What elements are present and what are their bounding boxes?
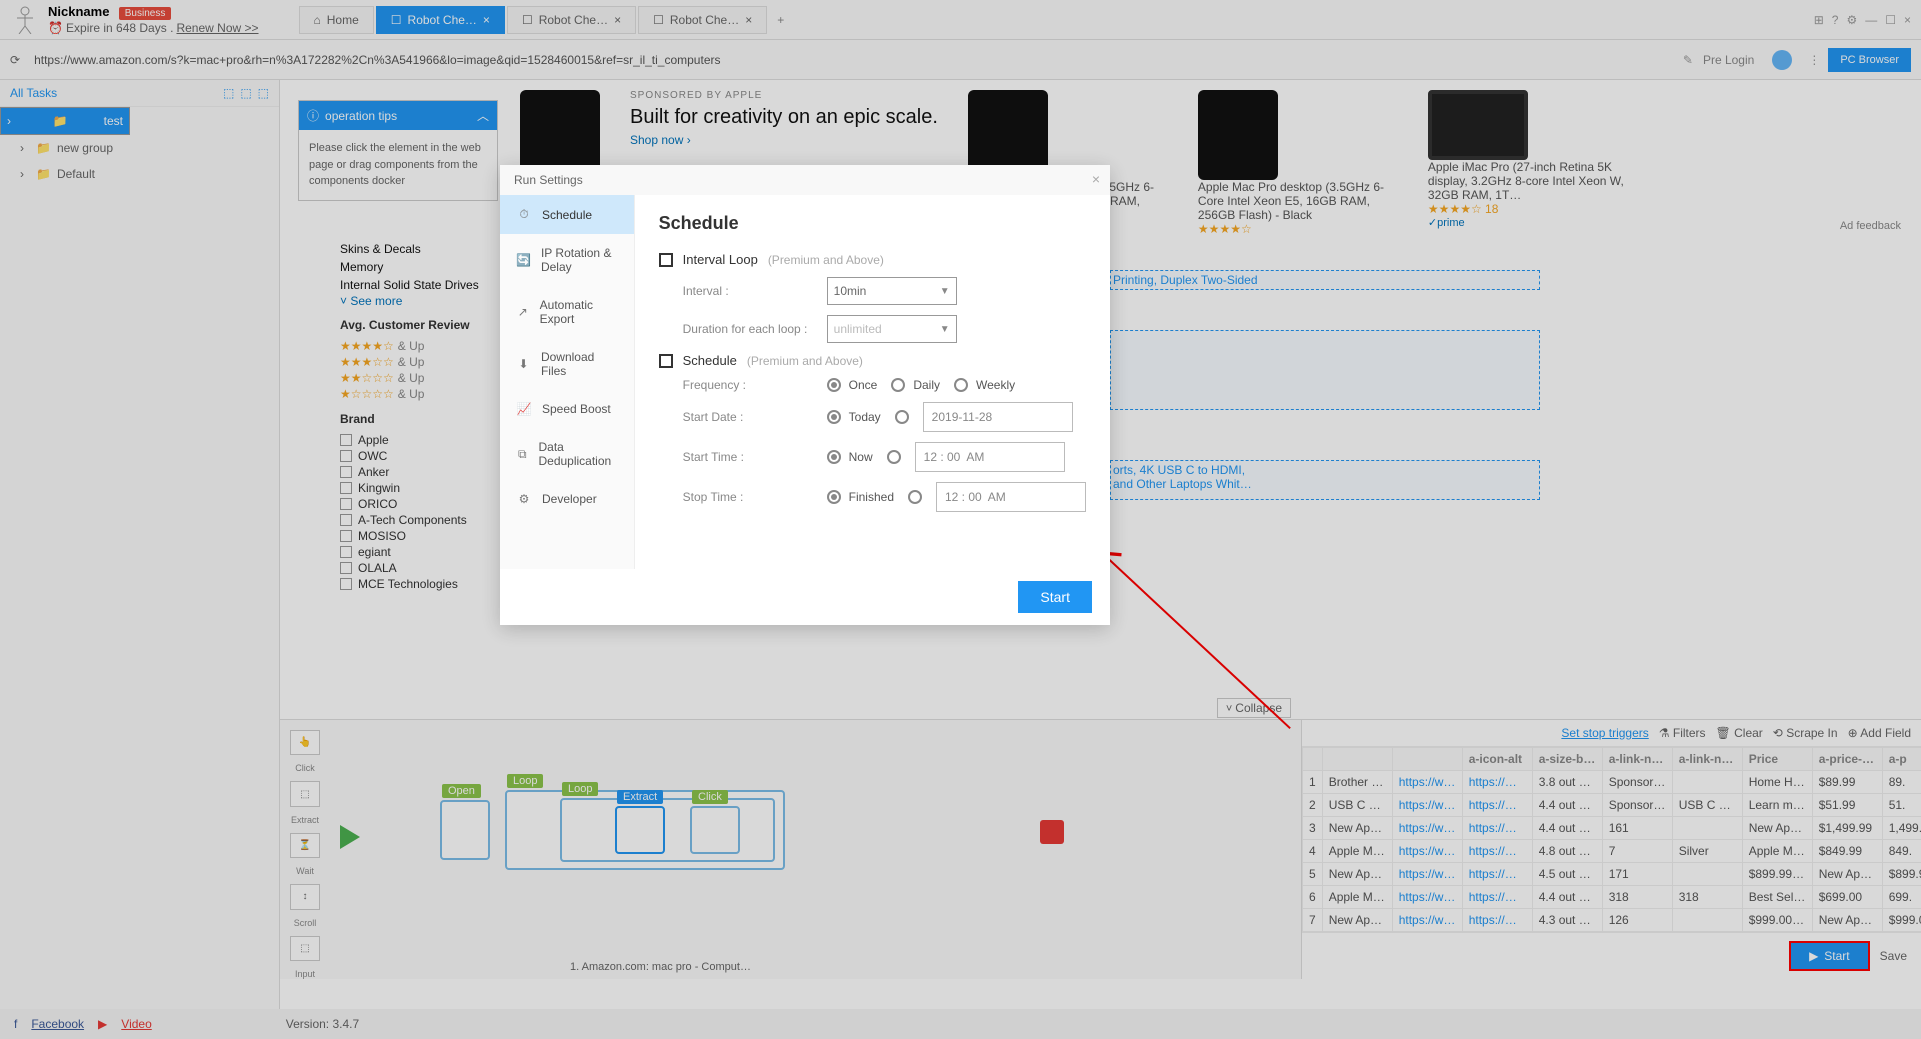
start-time-custom[interactable] [887,450,901,464]
chevron-down-icon: ▼ [940,324,950,335]
schedule-label: Schedule [683,353,737,368]
premium-note: (Premium and Above) [768,253,884,267]
start-date-custom[interactable] [895,410,909,424]
frequency-label: Frequency : [683,378,813,392]
start-date-input[interactable] [923,402,1073,432]
start-date-label: Start Date : [683,410,813,424]
start-time-now[interactable]: Now [827,450,873,464]
premium-note: (Premium and Above) [747,354,863,368]
modal-start-button[interactable]: Start [1018,581,1092,613]
radio-icon [908,490,922,504]
interval-loop-checkbox[interactable] [659,253,673,267]
stop-time-custom[interactable] [908,490,922,504]
radio-icon [827,490,841,504]
start-time-input[interactable] [915,442,1065,472]
export-icon: ↗ [516,305,530,319]
modal-heading: Schedule [659,213,1086,234]
rotation-icon: 🔄 [516,253,531,267]
chevron-down-icon: ▼ [940,286,950,297]
modal-title: Run Settings [500,165,1110,195]
modal-nav-schedule[interactable]: ⏱Schedule [500,195,634,234]
modal-nav-dedup[interactable]: ⧉Data Deduplication [500,428,634,480]
radio-icon [887,450,901,464]
download-icon: ⬇ [516,357,531,371]
modal-nav-speed[interactable]: 📈Speed Boost [500,390,634,428]
radio-icon [827,378,841,392]
frequency-once[interactable]: Once [827,378,878,392]
modal-nav-export[interactable]: ↗Automatic Export [500,286,634,338]
radio-icon [895,410,909,424]
duration-label: Duration for each loop : [683,322,813,336]
modal-close-button[interactable]: × [1092,171,1100,187]
schedule-checkbox[interactable] [659,354,673,368]
stop-time-finished[interactable]: Finished [827,490,894,504]
start-date-today[interactable]: Today [827,410,881,424]
speed-icon: 📈 [516,402,532,416]
modal-nav-ip[interactable]: 🔄IP Rotation & Delay [500,234,634,286]
interval-select[interactable]: 10min▼ [827,277,957,305]
stop-time-label: Stop Time : [683,490,813,504]
radio-icon [954,378,968,392]
frequency-weekly[interactable]: Weekly [954,378,1015,392]
run-settings-modal: Run Settings × ⏱Schedule 🔄IP Rotation & … [500,165,1110,625]
modal-nav-download[interactable]: ⬇Download Files [500,338,634,390]
interval-loop-label: Interval Loop [683,252,758,267]
radio-icon [827,410,841,424]
modal-nav-dev[interactable]: ⚙Developer [500,480,634,518]
start-time-label: Start Time : [683,450,813,464]
duration-select[interactable]: unlimited▼ [827,315,957,343]
radio-icon [891,378,905,392]
dedup-icon: ⧉ [516,447,528,462]
frequency-daily[interactable]: Daily [891,378,940,392]
stop-time-input[interactable] [936,482,1086,512]
gear-icon: ⚙ [516,492,532,506]
clock-icon: ⏱ [516,207,532,222]
radio-icon [827,450,841,464]
interval-label: Interval : [683,284,813,298]
